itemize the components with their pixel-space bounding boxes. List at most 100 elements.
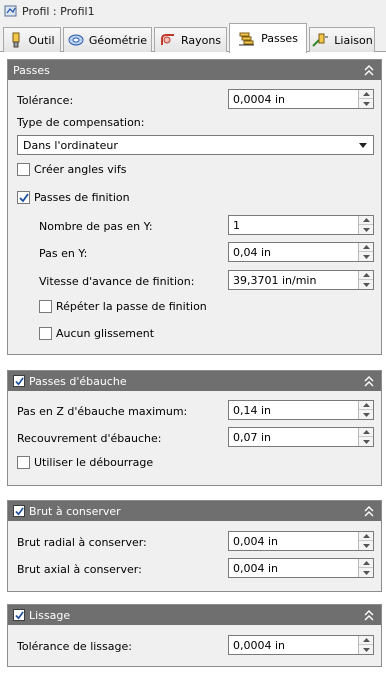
- spinner[interactable]: [358, 216, 373, 234]
- tool-icon: [12, 32, 20, 48]
- tab-label: Liaison: [334, 33, 373, 47]
- collapse-icon[interactable]: [363, 63, 375, 77]
- no-slide-checkbox[interactable]: Aucun glissement: [39, 327, 154, 340]
- spin-down-icon[interactable]: [359, 225, 373, 234]
- profile-operation-icon: [4, 5, 17, 17]
- y-steps-field[interactable]: 1: [228, 215, 374, 235]
- spin-up-icon[interactable]: [359, 243, 373, 252]
- field-value: 1: [233, 218, 240, 232]
- checkbox-box[interactable]: [17, 456, 30, 469]
- spin-down-icon[interactable]: [359, 410, 373, 419]
- spin-up-icon[interactable]: [359, 636, 373, 645]
- spin-up-icon[interactable]: [359, 532, 373, 541]
- spin-down-icon[interactable]: [359, 568, 373, 577]
- spin-down-icon[interactable]: [359, 99, 373, 108]
- checkbox-box[interactable]: [39, 327, 52, 340]
- tab-content: Passes Tolérance: 0,0004 in Type de comp…: [0, 52, 386, 674]
- field-value: 0,0004 in: [233, 638, 286, 652]
- checkbox-label: Passes de finition: [34, 191, 130, 204]
- sharp-corners-checkbox[interactable]: Créer angles vifs: [17, 163, 126, 176]
- field-value: 0,004 in: [233, 561, 279, 575]
- field-value: 0,004 in: [233, 534, 279, 548]
- spinner[interactable]: [358, 90, 373, 108]
- spin-up-icon[interactable]: [359, 271, 373, 280]
- window-title: Profil : Profil1: [22, 4, 95, 18]
- radii-icon: [160, 34, 174, 45]
- stock-panel: Brut à conserver Brut radial à conserver…: [7, 500, 382, 592]
- checkbox-box[interactable]: [17, 163, 30, 176]
- tab-label: Géométrie: [88, 33, 148, 47]
- spinner[interactable]: [358, 532, 373, 550]
- geometry-icon: [68, 34, 84, 46]
- field-value: 0,04 in: [233, 245, 272, 259]
- tab-outil[interactable]: Outil: [3, 27, 61, 52]
- linking-icon: [312, 33, 329, 47]
- radial-stock-field[interactable]: 0,004 in: [228, 531, 374, 551]
- spin-down-icon[interactable]: [359, 252, 373, 261]
- spin-up-icon[interactable]: [359, 428, 373, 437]
- smoothing-enable-checkbox[interactable]: [13, 609, 25, 621]
- collapse-icon[interactable]: [363, 608, 375, 622]
- checkbox-box[interactable]: [39, 300, 52, 313]
- spinner[interactable]: [358, 401, 373, 419]
- spin-down-icon[interactable]: [359, 541, 373, 550]
- roughing-panel-header[interactable]: Passes d'ébauche: [8, 371, 381, 391]
- spin-up-icon[interactable]: [359, 401, 373, 410]
- checkmark-icon: [14, 610, 24, 619]
- repeat-finishing-checkbox[interactable]: Répéter la passe de finition: [39, 300, 207, 313]
- checkbox-label: Répéter la passe de finition: [56, 300, 207, 313]
- spinner[interactable]: [358, 559, 373, 577]
- title-bar: Profil : Profil1: [0, 0, 386, 22]
- compensation-label: Type de compensation:: [17, 116, 145, 129]
- compensation-select[interactable]: Dans l'ordinateur: [17, 135, 374, 155]
- collapse-icon[interactable]: [363, 504, 375, 518]
- tab-passes[interactable]: Passes: [229, 23, 307, 53]
- passes-icon: [239, 32, 255, 45]
- spin-up-icon[interactable]: [359, 559, 373, 568]
- checkmark-icon: [18, 192, 29, 202]
- axial-stock-label: Brut axial à conserver:: [17, 563, 142, 576]
- checkbox-label: Utiliser le débourrage: [34, 456, 154, 469]
- roughing-overlap-field[interactable]: 0,07 in: [228, 427, 374, 447]
- spinner[interactable]: [358, 243, 373, 261]
- finishing-feed-field[interactable]: 39,3701 in/min: [228, 270, 374, 290]
- collapse-icon[interactable]: [363, 374, 375, 388]
- tab-geometrie[interactable]: Géométrie: [63, 27, 152, 52]
- tab-rayons[interactable]: Rayons: [154, 27, 227, 52]
- tab-liaison[interactable]: Liaison: [309, 27, 375, 52]
- y-steps-label: Nombre de pas en Y:: [39, 220, 153, 233]
- tab-label: Rayons: [180, 33, 222, 47]
- spin-up-icon[interactable]: [359, 90, 373, 99]
- smoothing-panel-header[interactable]: Lissage: [8, 605, 381, 625]
- field-value: 0,0004 in: [233, 92, 286, 106]
- checkmark-icon: [14, 506, 24, 515]
- roughing-overlap-label: Recouvrement d'ébauche:: [17, 432, 162, 445]
- y-step-field[interactable]: 0,04 in: [228, 242, 374, 262]
- tab-bar: Outil Géométrie Rayons Passes Liaison: [0, 22, 386, 53]
- spinner[interactable]: [358, 636, 373, 654]
- max-z-step-field[interactable]: 0,14 in: [228, 400, 374, 420]
- checkbox-label: Aucun glissement: [56, 327, 155, 340]
- spin-down-icon[interactable]: [359, 645, 373, 654]
- panel-title: Brut à conserver: [29, 504, 121, 518]
- finishing-feed-label: Vitesse d'avance de finition:: [39, 275, 195, 288]
- rampdown-checkbox[interactable]: Utiliser le débourrage: [17, 456, 153, 469]
- roughing-enable-checkbox[interactable]: [13, 375, 25, 387]
- y-step-label: Pas en Y:: [39, 247, 88, 260]
- checkbox-box[interactable]: [17, 191, 30, 204]
- spinner[interactable]: [358, 428, 373, 446]
- panel-title: Lissage: [29, 608, 71, 622]
- spin-down-icon[interactable]: [359, 280, 373, 289]
- chevron-down-icon: [359, 143, 367, 148]
- smoothing-tolerance-field[interactable]: 0,0004 in: [228, 635, 374, 655]
- spin-down-icon[interactable]: [359, 437, 373, 446]
- max-z-step-label: Pas en Z d'ébauche maximum:: [17, 405, 188, 418]
- stock-enable-checkbox[interactable]: [13, 505, 25, 517]
- finishing-passes-checkbox[interactable]: Passes de finition: [17, 191, 130, 204]
- axial-stock-field[interactable]: 0,004 in: [228, 558, 374, 578]
- stock-panel-header[interactable]: Brut à conserver: [8, 501, 381, 521]
- spin-up-icon[interactable]: [359, 216, 373, 225]
- spinner[interactable]: [358, 271, 373, 289]
- tolerance-field[interactable]: 0,0004 in: [228, 89, 374, 109]
- passes-panel-header[interactable]: Passes: [8, 60, 381, 80]
